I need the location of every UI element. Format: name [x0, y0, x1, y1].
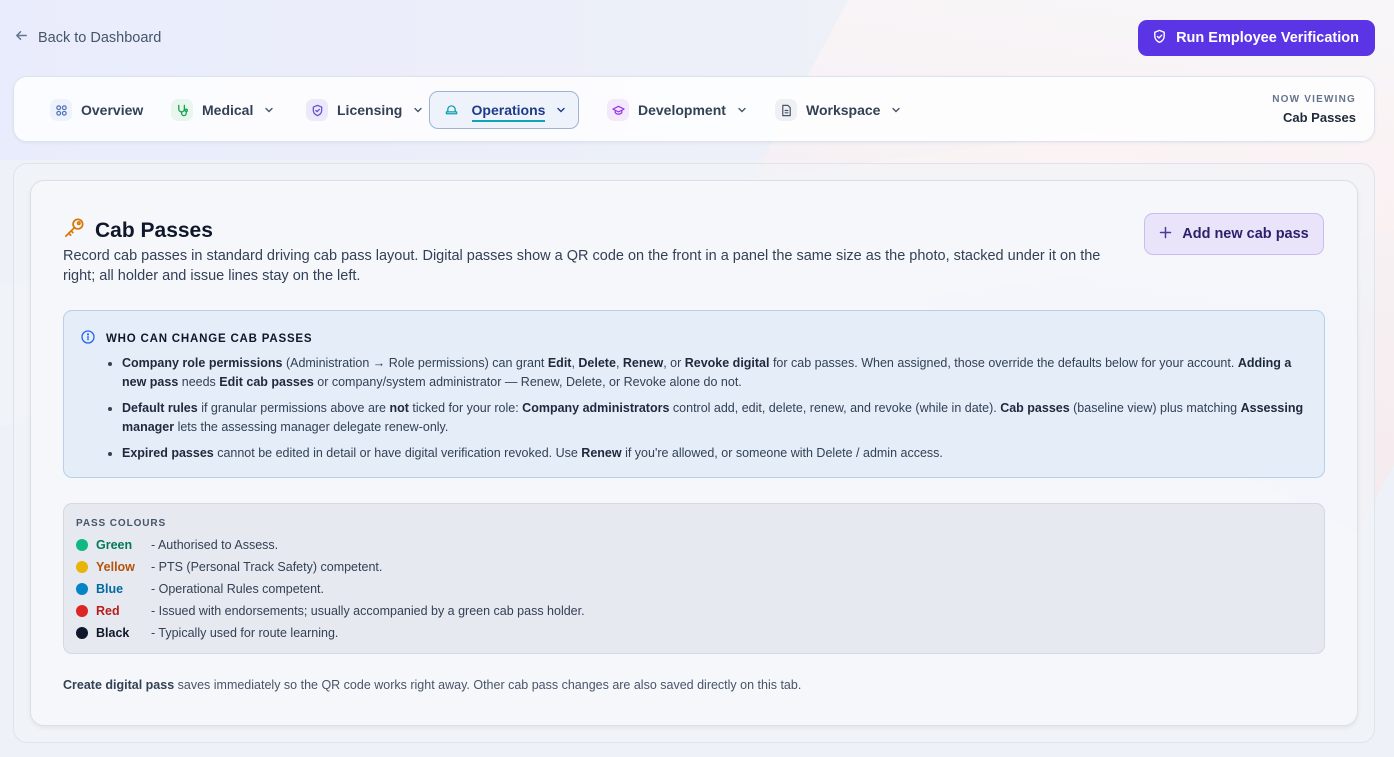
tab-workspace[interactable]: Workspace	[765, 91, 912, 129]
info-heading-text: WHO CAN CHANGE CAB PASSES	[106, 332, 313, 345]
shield-check-icon	[1152, 29, 1167, 48]
tab-development-label: Development	[638, 102, 726, 118]
grid-icon	[50, 99, 72, 121]
colour-name: Green	[96, 538, 133, 552]
key-icon	[63, 216, 86, 245]
colour-description: - Typically used for route learning.	[151, 626, 339, 640]
verify-button-label: Run Employee Verification	[1176, 30, 1359, 46]
colour-description: - Issued with endorsements; usually acco…	[151, 604, 585, 618]
now-viewing-label: NOW VIEWING	[1272, 94, 1356, 105]
page-title: Cab Passes	[63, 216, 213, 245]
page-description: Record cab passes in standard driving ca…	[63, 248, 1101, 284]
now-viewing: NOW VIEWING Cab Passes	[1272, 94, 1356, 125]
permissions-list: Company role permissions (Administration…	[122, 354, 1312, 470]
section-nav: Overview Medical Licensing Operations De…	[13, 76, 1375, 142]
chevron-down-icon	[414, 107, 423, 113]
tab-development[interactable]: Development	[597, 91, 758, 129]
top-bar: Back to Dashboard Run Employee Verificat…	[0, 0, 1394, 76]
colour-row-blue: Blue - Operational Rules competent.	[76, 578, 324, 600]
chevron-down-icon	[557, 107, 566, 113]
add-new-cab-pass-button[interactable]: Add new cab pass	[1144, 213, 1324, 255]
colour-name: Yellow	[96, 560, 135, 574]
chevron-down-icon	[265, 107, 274, 113]
tab-overview[interactable]: Overview	[40, 91, 153, 129]
tab-licensing[interactable]: Licensing	[296, 91, 434, 129]
shield-icon	[306, 99, 328, 121]
back-link-label: Back to Dashboard	[38, 29, 162, 46]
colour-description: - Authorised to Assess.	[151, 538, 279, 552]
list-item: Default rules if granular permissions ab…	[122, 399, 1312, 437]
colour-name: Red	[96, 604, 120, 618]
colour-row-red: Red - Issued with endorsements; usually …	[76, 600, 585, 622]
colour-name: Blue	[96, 582, 124, 596]
permissions-info-box: WHO CAN CHANGE CAB PASSES Company role p…	[63, 310, 1325, 478]
footer-note-text: saves immediately so the QR code works r…	[174, 678, 802, 692]
status-dot	[76, 583, 88, 595]
tab-workspace-label: Workspace	[806, 102, 881, 118]
info-heading: WHO CAN CHANGE CAB PASSES	[81, 330, 312, 347]
colour-description: - Operational Rules competent.	[151, 582, 325, 596]
now-viewing-value: Cab Passes	[1283, 110, 1356, 125]
graduation-cap-icon	[607, 99, 629, 121]
pass-colours-heading: PASS COLOURS	[76, 518, 167, 529]
pass-colours-box: PASS COLOURS Green - Authorised to Asses…	[63, 503, 1325, 654]
cab-passes-card: Cab Passes Record cab passes in standard…	[30, 180, 1358, 726]
tab-operations-label: Operations	[471, 102, 546, 122]
tab-overview-label: Overview	[81, 102, 144, 118]
status-dot	[76, 539, 88, 551]
run-employee-verification-button[interactable]: Run Employee Verification	[1138, 20, 1375, 56]
status-dot	[76, 605, 88, 617]
chevron-down-icon	[892, 107, 901, 113]
page-title-text: Cab Passes	[95, 218, 213, 242]
colour-name: Black	[96, 626, 130, 640]
status-dot	[76, 627, 88, 639]
colour-description: - PTS (Personal Track Safety) competent.	[151, 560, 383, 574]
tab-medical[interactable]: Medical	[161, 91, 285, 129]
colour-row-black: Black - Typically used for route learnin…	[76, 622, 338, 644]
hat-icon	[441, 99, 463, 121]
add-button-label: Add new cab pass	[1182, 226, 1309, 242]
colour-row-yellow: Yellow - PTS (Personal Track Safety) com…	[76, 556, 382, 578]
footer-note-bold: Create digital pass	[63, 678, 175, 692]
chevron-down-icon	[738, 107, 746, 113]
list-item: Company role permissions (Administration…	[122, 354, 1312, 392]
footer-note: Create digital pass saves immediately so…	[63, 678, 801, 692]
arrow-left-icon	[14, 28, 29, 47]
tab-licensing-label: Licensing	[337, 102, 403, 118]
status-dot	[76, 561, 88, 573]
colour-row-green: Green - Authorised to Assess.	[76, 534, 278, 556]
stethoscope-icon	[171, 99, 193, 121]
back-to-dashboard-link[interactable]: Back to Dashboard	[14, 28, 161, 47]
tab-medical-label: Medical	[202, 102, 254, 118]
list-item: Expired passes cannot be edited in detai…	[122, 444, 1312, 463]
tab-operations[interactable]: Operations	[429, 91, 579, 129]
document-icon	[775, 99, 797, 121]
plus-icon	[1159, 226, 1172, 243]
info-icon	[81, 330, 95, 347]
